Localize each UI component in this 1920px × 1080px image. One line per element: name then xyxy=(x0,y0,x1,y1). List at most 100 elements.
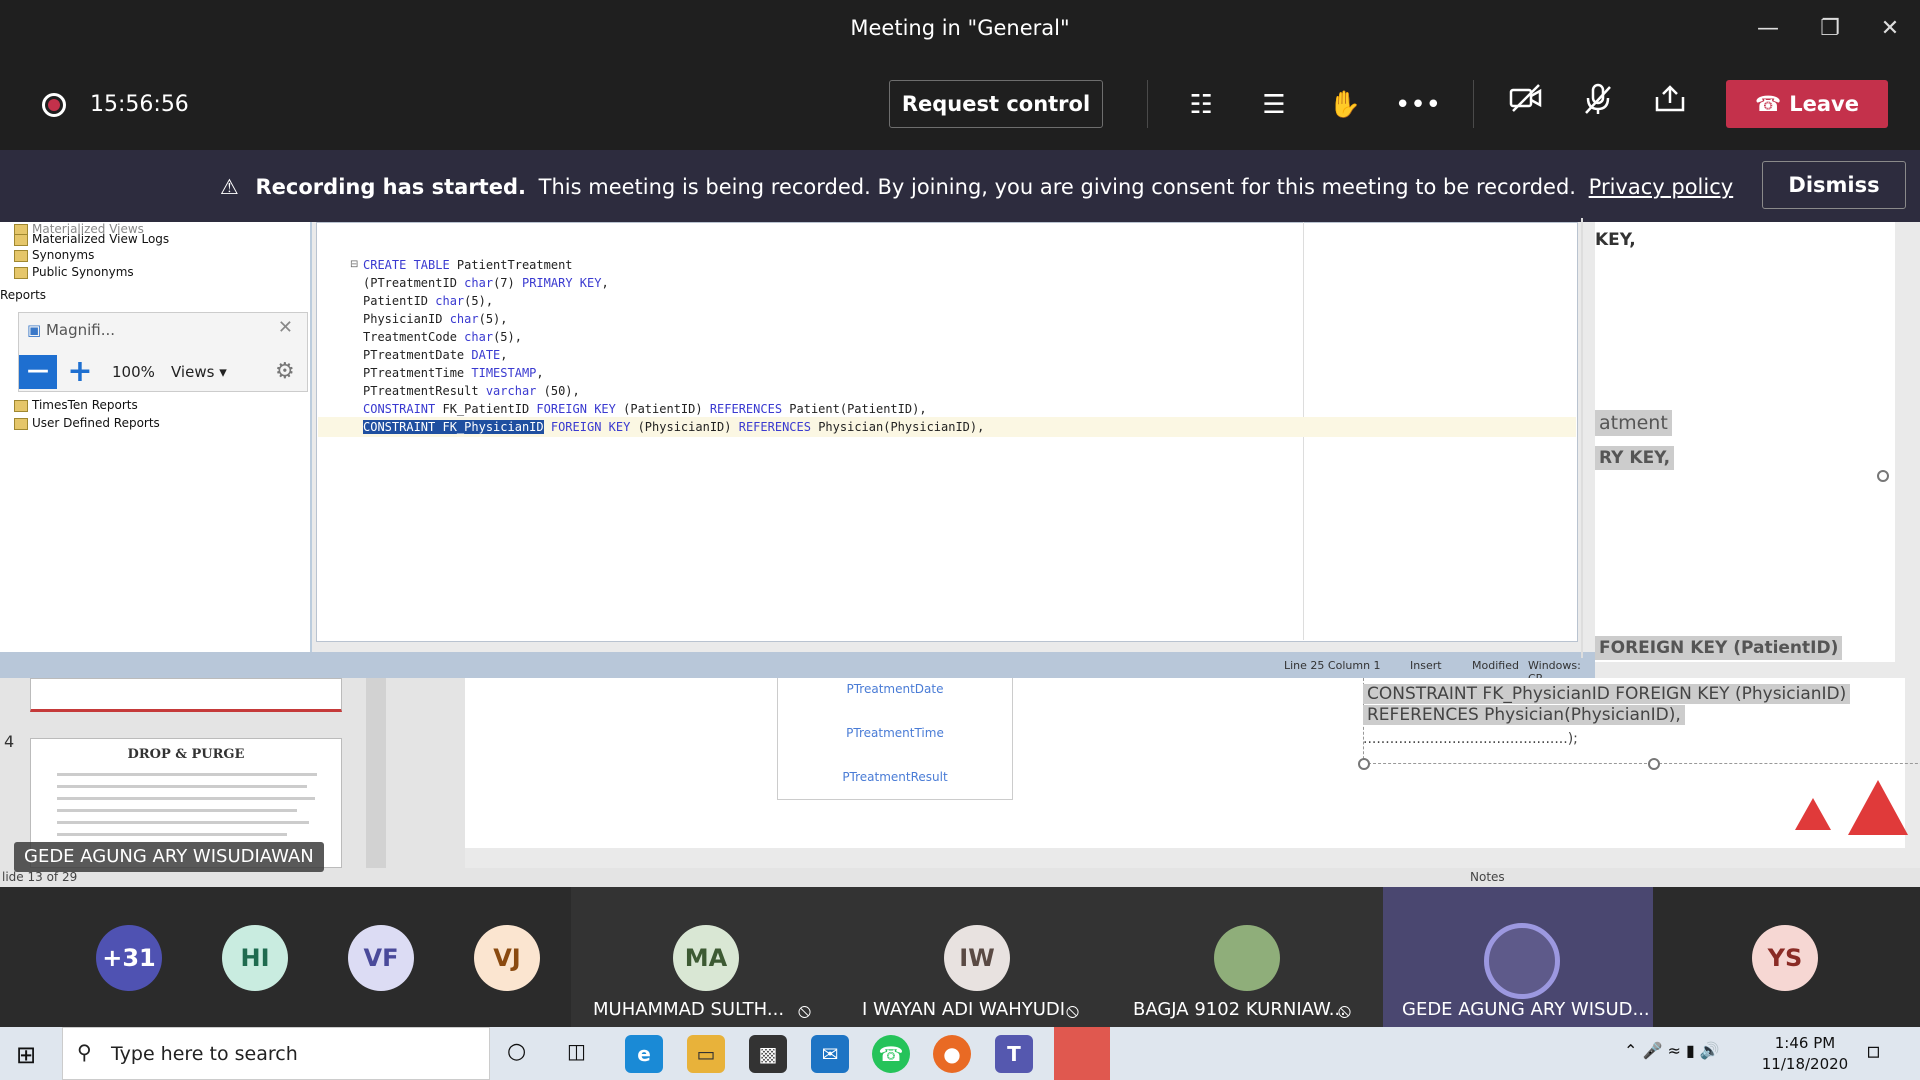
minimize-button[interactable]: — xyxy=(1748,10,1788,48)
share-screen-icon[interactable] xyxy=(1648,83,1692,127)
window-title: Meeting in "General" xyxy=(850,16,1070,40)
participant-name: BAGJA 9102 KURNIAW... xyxy=(1133,999,1346,1020)
code-line: PTreatmentDate DATE, xyxy=(363,348,508,362)
tree-item[interactable]: TimesTen Reports xyxy=(14,398,138,412)
tree-item[interactable]: Public Synonyms xyxy=(14,265,134,279)
magnifier-icon: ▣ xyxy=(27,321,42,339)
tree-item[interactable]: User Defined Reports xyxy=(14,416,160,430)
raise-hand-icon[interactable]: ✋ xyxy=(1323,83,1367,127)
start-icon[interactable]: ⊞ xyxy=(16,1041,36,1069)
clock-date: 11/18/2020 xyxy=(1761,1055,1849,1073)
notification-icon[interactable]: ▫ xyxy=(1866,1039,1881,1064)
zoom-in-button[interactable]: + xyxy=(63,355,97,389)
leave-label: Leave xyxy=(1789,92,1859,116)
notes-button[interactable]: Notes xyxy=(1470,870,1505,884)
tree-item[interactable]: Materialized View Logs xyxy=(14,232,169,246)
more-actions-icon[interactable]: ••• xyxy=(1395,83,1441,127)
resize-handle[interactable] xyxy=(1877,470,1889,482)
slide-title: DROP & PURGE xyxy=(127,747,245,762)
participants-icon[interactable]: ☷ xyxy=(1179,83,1223,127)
chat-icon[interactable]: ☰ xyxy=(1252,83,1296,127)
dismiss-button[interactable]: Dismiss xyxy=(1762,161,1906,209)
tree-item[interactable]: Synonyms xyxy=(14,248,94,262)
presenter-name: GEDE AGUNG ARY WISUDIAWAN xyxy=(14,842,324,872)
close-button[interactable]: ✕ xyxy=(1870,10,1910,48)
teams-meeting-icon[interactable] xyxy=(1054,1027,1110,1080)
views-dropdown[interactable]: Views ▾ xyxy=(171,363,227,381)
code-line: (PTreatmentID char(7) PRIMARY KEY, xyxy=(363,276,609,290)
magnifier-window: ▣ Magnifi... ✕ — + 100% Views ▾ ⚙ xyxy=(18,312,308,392)
code-line: PTreatmentTime TIMESTAMP, xyxy=(363,366,544,380)
whatsapp-icon[interactable]: ☎ xyxy=(872,1035,910,1073)
ppt-slide-main: PTreatmentDate PTreatmentTime PTreatment… xyxy=(465,678,1920,848)
zoom-level: 100% xyxy=(112,363,155,381)
tray-icons[interactable]: ⌃ 🎤 ≈ ▮ 🔊 xyxy=(1624,1041,1720,1060)
toolbar-divider xyxy=(1147,80,1148,128)
banner-message: This meeting is being recorded. By joini… xyxy=(538,175,1576,199)
code-line: PatientID char(5), xyxy=(363,294,494,308)
mic-muted-icon: ⦸ xyxy=(1066,998,1080,1022)
participant-avatar[interactable]: IW xyxy=(944,925,1010,991)
ppt-slide-right: KEY, atment RY KEY, FOREIGN KEY (Patient… xyxy=(1581,218,1895,662)
participant-avatar[interactable]: +31 xyxy=(96,925,162,991)
participant-avatar[interactable]: VF xyxy=(348,925,414,991)
phone-hangup-icon: ☎ xyxy=(1755,92,1782,116)
privacy-policy-link[interactable]: Privacy policy xyxy=(1589,175,1734,199)
leave-button[interactable]: ☎ Leave xyxy=(1726,80,1888,128)
cursor-position: Line 25 Column 1 xyxy=(1284,659,1381,672)
zoom-out-button[interactable]: — xyxy=(19,355,57,389)
fold-icon[interactable]: ⊟ xyxy=(350,259,358,270)
magnifier-title: Magnifi... xyxy=(45,321,116,339)
task-view-icon[interactable]: ◫ xyxy=(567,1039,586,1063)
code-line: PTreatmentResult varchar (50), xyxy=(363,384,580,398)
code-line: TreatmentCode char(5), xyxy=(363,330,522,344)
decorative-triangle xyxy=(1795,798,1831,830)
code-line: CREATE TABLE PatientTreatment xyxy=(363,258,573,272)
scrollbar[interactable] xyxy=(366,678,386,868)
taskbar-search[interactable]: ⚲ Type here to search xyxy=(62,1027,490,1080)
slide-number: 4 xyxy=(4,732,15,751)
request-control-button[interactable]: Request control xyxy=(889,80,1103,128)
mic-off-icon[interactable] xyxy=(1576,83,1620,127)
participant-avatar[interactable] xyxy=(1484,923,1560,999)
file-explorer-icon[interactable]: ▭ xyxy=(687,1035,725,1073)
teams-icon[interactable]: T xyxy=(995,1035,1033,1073)
mic-muted-icon: ⦸ xyxy=(798,998,812,1022)
code-line: CONSTRAINT FK_PhysicianID FOREIGN KEY (P… xyxy=(363,420,985,434)
recording-icon xyxy=(42,93,66,117)
participant-avatar[interactable]: HI xyxy=(222,925,288,991)
mic-muted-icon: ⦸ xyxy=(1338,998,1352,1022)
search-placeholder: Type here to search xyxy=(111,1043,298,1065)
store-icon[interactable]: ▩ xyxy=(749,1035,787,1073)
title-bar: Meeting in "General" — ❐ ✕ xyxy=(0,0,1920,58)
attribute-box: PTreatmentDate PTreatmentTime PTreatment… xyxy=(777,678,1013,800)
connections-tree: Materialized Views Materialized View Log… xyxy=(0,222,312,652)
taskbar-clock[interactable]: 1:46 PM 11/18/2020 xyxy=(1750,1033,1860,1075)
participant-avatar[interactable]: MA xyxy=(673,925,739,991)
windows-taskbar: ⊞ ⚲ Type here to search ○ ◫ e ▭ ▩ ✉ ☎ ● … xyxy=(0,1027,1920,1080)
editor-status-bar: Line 25 Column 1 Insert Modified Windows… xyxy=(0,652,1595,685)
insert-mode: Insert xyxy=(1410,659,1442,672)
participant-avatar[interactable]: VJ xyxy=(474,925,540,991)
restore-icon[interactable]: ❐ xyxy=(1810,10,1850,48)
toolbar-divider xyxy=(1473,80,1474,128)
banner-title: Recording has started. xyxy=(255,175,526,199)
slide-thumbnail[interactable] xyxy=(30,678,342,712)
settings-gear-icon[interactable]: ⚙ xyxy=(275,359,295,384)
code-line: CONSTRAINT FK_PatientID FOREIGN KEY (Pat… xyxy=(363,402,927,416)
code-line: PhysicianID char(5), xyxy=(363,312,508,326)
reports-header: Reports xyxy=(0,288,47,302)
participant-avatar[interactable]: YS xyxy=(1752,925,1818,991)
mail-icon[interactable]: ✉ xyxy=(811,1035,849,1073)
firefox-icon[interactable]: ● xyxy=(933,1035,971,1073)
edge-icon[interactable]: e xyxy=(625,1035,663,1073)
clock-time: 1:46 PM xyxy=(1774,1034,1836,1052)
participant-avatar[interactable] xyxy=(1214,925,1280,991)
cortana-icon[interactable]: ○ xyxy=(507,1039,526,1064)
participant-name: I WAYAN ADI WAHYUDI xyxy=(862,999,1066,1020)
slide-counter: lide 13 of 29 xyxy=(2,870,78,884)
magnifier-close-icon[interactable]: ✕ xyxy=(278,317,293,338)
participant-name: MUHAMMAD SULTH... xyxy=(593,999,785,1020)
meeting-timer: 15:56:56 xyxy=(90,92,189,117)
camera-off-icon[interactable] xyxy=(1504,83,1548,127)
